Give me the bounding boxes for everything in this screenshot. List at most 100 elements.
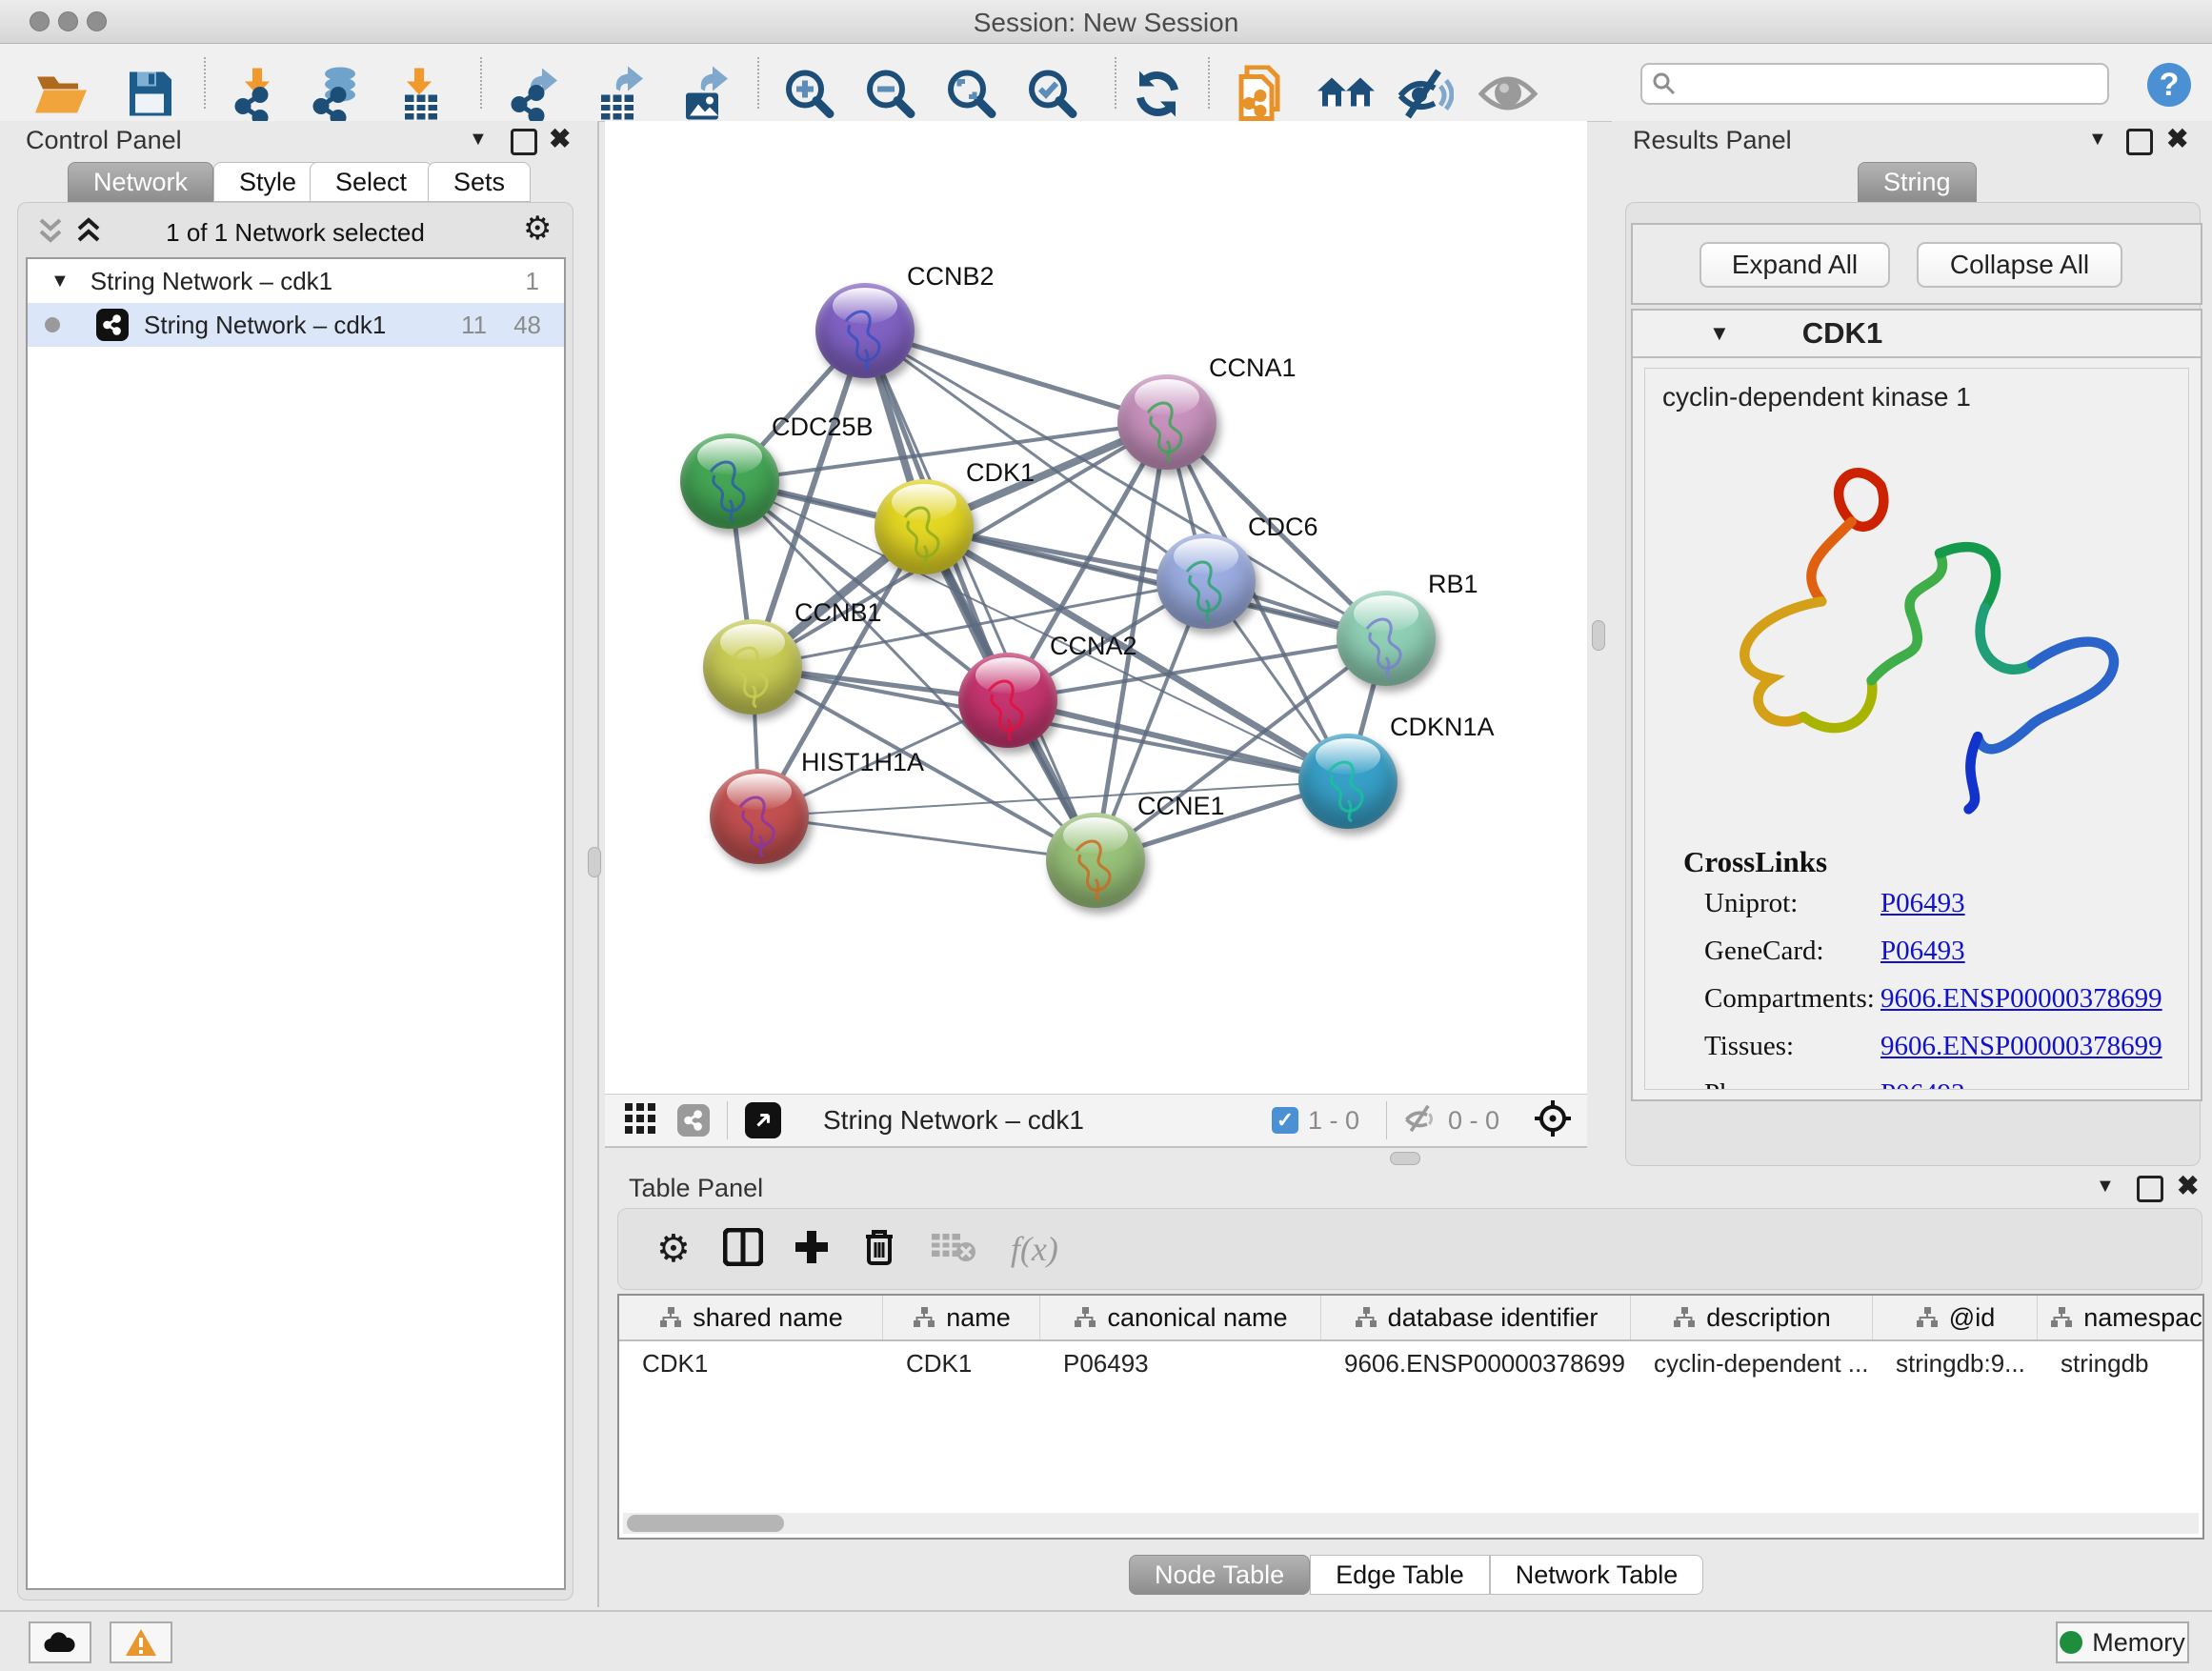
bottom-splitter-handle[interactable] xyxy=(1390,1152,1420,1165)
table-settings-gear-icon[interactable]: ⚙ xyxy=(656,1233,691,1265)
tree-expand-icon[interactable]: ▼ xyxy=(50,271,70,292)
hide-panel-eye-icon[interactable] xyxy=(1397,68,1454,126)
tab-string[interactable]: String xyxy=(1858,162,1977,202)
panel-menu-icon[interactable]: ▼ xyxy=(469,129,488,151)
network-node-CDC25B[interactable] xyxy=(680,433,779,529)
panel-float-icon[interactable] xyxy=(2137,1176,2163,1202)
network-list-options-gear-icon[interactable]: ⚙ xyxy=(523,212,552,245)
gene-name: CDK1 xyxy=(1802,316,1882,351)
crosslink-link[interactable]: 9606.ENSP00000378699 xyxy=(1880,1031,2162,1062)
tab-network-table[interactable]: Network Table xyxy=(1490,1555,1704,1595)
warning-button[interactable] xyxy=(110,1621,172,1663)
crosslink-link[interactable]: P06493 xyxy=(1880,1078,1965,1090)
column-header-name[interactable]: name xyxy=(883,1296,1040,1339)
right-splitter-handle[interactable] xyxy=(1592,620,1605,651)
network-node-CDK1[interactable] xyxy=(875,479,974,574)
scrollbar-thumb[interactable] xyxy=(627,1515,784,1532)
cell-name: CDK1 xyxy=(883,1341,1040,1385)
help-icon[interactable]: ? xyxy=(2147,63,2191,107)
protein-structure-image xyxy=(1674,435,2169,816)
crosslink-link[interactable]: P06493 xyxy=(1880,888,1965,919)
network-node-CCNA1[interactable] xyxy=(1117,374,1217,470)
gene-description: cyclin-dependent kinase 1 xyxy=(1662,382,2188,413)
crosslink-link[interactable]: 9606.ENSP00000378699 xyxy=(1880,983,2162,1015)
panel-menu-icon[interactable]: ▼ xyxy=(2096,1176,2115,1198)
column-header-namespace[interactable]: namespace xyxy=(2038,1296,2204,1339)
cloud-button[interactable] xyxy=(29,1621,91,1663)
import-database-icon[interactable] xyxy=(308,67,363,127)
zoom-in-icon[interactable] xyxy=(782,67,837,127)
import-network-icon[interactable] xyxy=(230,67,283,127)
open-session-icon[interactable] xyxy=(33,70,89,124)
function-builder-icon[interactable]: f(x) xyxy=(1011,1229,1058,1269)
birdseye-crosshair-icon[interactable] xyxy=(1534,1099,1572,1142)
node-label-CCNA1: CCNA1 xyxy=(1209,353,1297,383)
left-splitter-handle[interactable] xyxy=(588,847,601,877)
crosslink-link[interactable]: P06493 xyxy=(1880,936,1965,967)
network-node-CCNB1[interactable] xyxy=(703,619,802,715)
node-label-CCNB2: CCNB2 xyxy=(907,262,995,292)
gene-header[interactable]: ▼ CDK1 xyxy=(1633,311,2201,358)
column-header-database-identifier[interactable]: database identifier xyxy=(1321,1296,1631,1339)
panel-float-icon[interactable] xyxy=(511,129,537,155)
horizontal-scrollbar[interactable] xyxy=(623,1513,2199,1534)
import-table-icon[interactable] xyxy=(395,67,445,127)
grid-view-icon[interactable] xyxy=(624,1102,656,1139)
network-collection-row[interactable]: ▼ String Network – cdk1 1 xyxy=(28,259,564,303)
export-network-icon[interactable] xyxy=(510,67,563,127)
network-node-CCNB2[interactable] xyxy=(815,283,915,378)
memory-button[interactable]: Memory xyxy=(2056,1621,2189,1663)
detach-view-icon[interactable] xyxy=(745,1102,781,1138)
section-collapse-icon[interactable]: ▼ xyxy=(1709,321,1730,346)
node-label-RB1: RB1 xyxy=(1428,570,1478,599)
collapse-all-chevrons-icon[interactable] xyxy=(36,216,65,252)
selected-nodes-checkbox[interactable]: ✓ xyxy=(1272,1107,1298,1134)
network-node-CCNE1[interactable] xyxy=(1046,813,1145,908)
column-header-description[interactable]: description xyxy=(1631,1296,1873,1339)
tab-select[interactable]: Select xyxy=(310,162,432,202)
expand-all-button[interactable]: Expand All xyxy=(1699,242,1890,288)
network-canvas[interactable]: CCNB2CCNA1CDC25BCDK1CDC6RB1CCNB1CCNA2CDK… xyxy=(605,121,1587,1094)
panel-close-icon[interactable]: ✖ xyxy=(2166,129,2188,150)
add-column-icon[interactable] xyxy=(794,1229,830,1270)
collapse-all-button[interactable]: Collapse All xyxy=(1917,242,2122,288)
network-node-RB1[interactable] xyxy=(1337,591,1436,686)
panel-float-icon[interactable] xyxy=(2126,129,2153,155)
save-session-icon[interactable] xyxy=(127,70,174,124)
table-panel: Table Panel ▼ ✖ ⚙ f(x) shared name name xyxy=(605,1168,2212,1608)
show-columns-icon[interactable] xyxy=(723,1228,763,1271)
show-eye-icon[interactable] xyxy=(1478,72,1538,121)
export-image-icon[interactable] xyxy=(678,67,732,127)
column-header-canonical-name[interactable]: canonical name xyxy=(1040,1296,1321,1339)
tab-style[interactable]: Style xyxy=(213,162,322,202)
network-node-CDC6[interactable] xyxy=(1156,534,1256,629)
document-share-icon[interactable] xyxy=(1237,66,1287,128)
tab-network[interactable]: Network xyxy=(68,162,213,202)
column-header-shared-name[interactable]: shared name xyxy=(619,1296,883,1339)
column-header-id[interactable]: @id xyxy=(1873,1296,2038,1339)
panel-close-icon[interactable]: ✖ xyxy=(2177,1176,2199,1197)
panel-close-icon[interactable]: ✖ xyxy=(549,129,571,150)
search-input[interactable] xyxy=(1677,69,2090,100)
network-view-share-icon[interactable] xyxy=(677,1104,710,1137)
tab-sets[interactable]: Sets xyxy=(428,162,531,202)
table-row[interactable]: CDK1 CDK1 P06493 9606.ENSP00000378699 cy… xyxy=(619,1341,2202,1385)
delete-table-icon[interactable] xyxy=(931,1231,976,1268)
delete-column-icon[interactable] xyxy=(862,1227,896,1272)
tab-node-table[interactable]: Node Table xyxy=(1129,1555,1310,1595)
tab-edge-table[interactable]: Edge Table xyxy=(1310,1555,1490,1595)
refresh-icon[interactable] xyxy=(1131,68,1184,126)
gene-detail: cyclin-dependent kinase 1 CrossLi xyxy=(1644,368,2189,1090)
zoom-out-icon[interactable] xyxy=(863,67,918,127)
network-node-HIST1H1A[interactable] xyxy=(710,769,809,864)
zoom-fit-icon[interactable] xyxy=(944,67,999,127)
network-edge-count: 48 xyxy=(513,311,541,340)
export-table-icon[interactable] xyxy=(593,67,647,127)
network-node-CDKN1A[interactable] xyxy=(1298,734,1398,829)
expand-all-chevrons-icon[interactable] xyxy=(74,216,103,252)
network-row[interactable]: String Network – cdk1 11 48 xyxy=(28,303,564,347)
network-node-CCNA2[interactable] xyxy=(958,653,1057,748)
home-networks-icon[interactable] xyxy=(1316,70,1377,123)
zoom-selected-icon[interactable] xyxy=(1025,67,1080,127)
panel-menu-icon[interactable]: ▼ xyxy=(2088,129,2107,151)
